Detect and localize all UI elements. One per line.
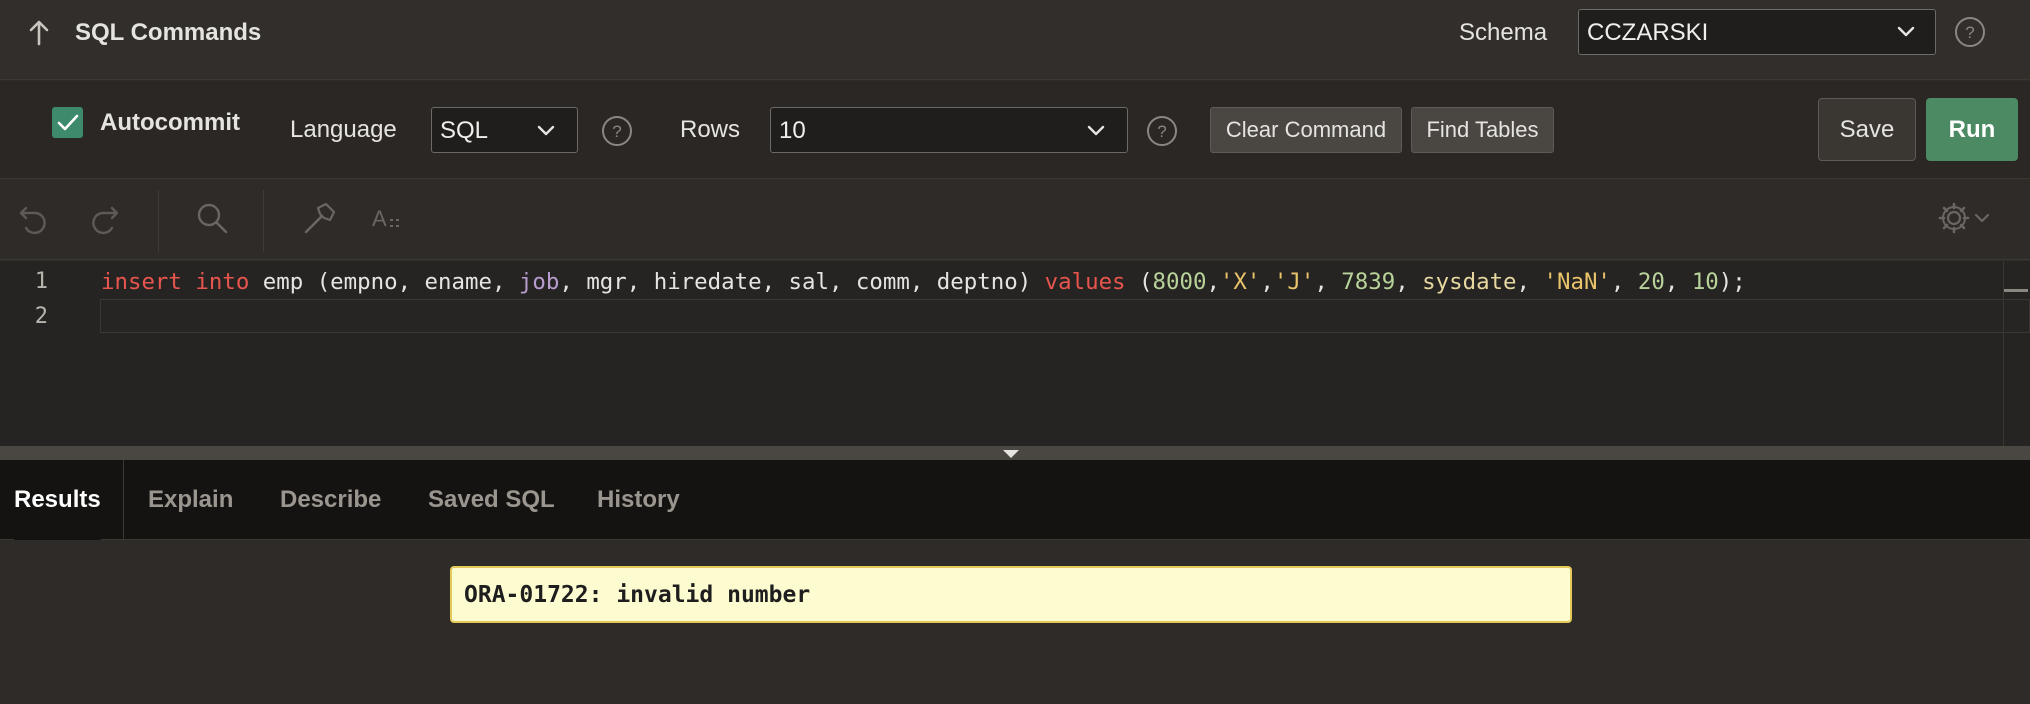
chevron-down-icon [1897,26,1915,37]
tab-saved-sql[interactable]: Saved SQL [428,460,555,540]
chevron-down-icon [537,125,555,136]
code-token: , [1395,269,1423,295]
code-token: , [1516,269,1544,295]
code-token: , [1260,269,1274,295]
toolbar-divider [158,190,159,252]
clear-command-button[interactable]: Clear Command [1210,107,1402,153]
code-token: 7839 [1341,269,1396,295]
run-button[interactable]: Run [1926,98,2018,161]
tab-results[interactable]: Results [14,460,101,540]
help-icon[interactable]: ? [601,115,633,147]
results-panel: ORA-01722: invalid number [0,541,2030,704]
code-token: 'NaN' [1543,269,1611,295]
command-toolbar: Autocommit Language SQL ? Rows 10 ? Clea… [0,81,2030,179]
svg-text:A: A [372,206,387,231]
code-token: 8000 [1152,269,1207,295]
rows-value: 10 [779,117,806,144]
panel-splitter[interactable] [0,446,2030,460]
code-token: emp (empno, ename, [249,269,519,295]
code-token: values [1044,269,1126,295]
code-token: 'J' [1273,269,1315,295]
help-icon[interactable]: ? [1954,16,1986,48]
svg-text:?: ? [1965,23,1974,42]
code-token: ); [1718,269,1746,295]
checkmark-icon [57,114,79,131]
code-token: 20 [1637,269,1665,295]
editor-toolbar: A [0,180,2030,260]
line-number: 1 [34,269,48,294]
code-editor[interactable]: 1 2 insert into emp (empno, ename, job, … [0,261,2030,446]
undo-icon[interactable] [14,198,54,238]
search-icon[interactable] [192,198,232,238]
help-icon[interactable]: ? [1146,115,1178,147]
tab-history[interactable]: History [597,460,680,540]
code-token: insert [101,269,182,295]
autocommit-label[interactable]: Autocommit [100,108,240,138]
svg-text:?: ? [612,122,621,141]
schema-value: CCZARSKI [1587,19,1709,46]
svg-text:?: ? [1157,122,1166,141]
results-tabs: Results Explain Describe Saved SQL Histo… [0,460,2030,540]
line-number: 2 [34,304,48,329]
editor-scrollbar-thumb[interactable] [2004,289,2028,292]
language-label: Language [290,116,397,143]
tab-divider [123,460,124,540]
language-value: SQL [440,117,489,144]
autocommit-checkbox[interactable] [52,107,83,138]
code-token: ( [1125,269,1153,295]
code-token: into [195,269,250,295]
code-token: job [518,269,560,295]
code-token: 'X' [1219,269,1261,295]
rows-label: Rows [680,116,741,143]
code-token: sysdate [1422,269,1517,295]
code-token: , [1314,269,1342,295]
line-number-gutter: 1 2 [0,261,90,446]
tab-describe[interactable]: Describe [280,460,381,540]
error-message: ORA-01722: invalid number [464,582,811,608]
rows-select[interactable]: 10 [770,107,1128,153]
chevron-down-icon [1087,125,1105,136]
code-token: , [1664,269,1692,295]
error-message-box: ORA-01722: invalid number [450,566,1572,623]
code-token: , [1610,269,1638,295]
save-button[interactable]: Save [1818,98,1916,161]
schema-label: Schema [1459,19,1548,46]
code-line[interactable]: insert into emp (empno, ename, job, mgr,… [101,265,1746,299]
code-token: , [1206,269,1220,295]
tab-explain[interactable]: Explain [148,460,233,540]
arrow-up-icon[interactable] [26,18,52,48]
gear-icon[interactable] [1936,198,1996,238]
schema-select[interactable]: CCZARSKI [1578,9,1936,55]
page-title: SQL Commands [75,19,262,46]
redo-icon[interactable] [84,198,124,238]
active-line-highlight [100,299,2030,333]
title-bar: SQL Commands Schema CCZARSKI ? [0,0,2030,80]
collapse-triangle-icon[interactable] [1003,450,1019,458]
toolbar-divider [263,190,264,252]
hammer-icon[interactable] [298,198,338,238]
language-select[interactable]: SQL [431,107,578,153]
code-token: , mgr, hiredate, sal, comm, deptno) [559,269,1045,295]
find-tables-button[interactable]: Find Tables [1411,107,1554,153]
code-token: 10 [1691,269,1719,295]
text-format-icon[interactable]: A [370,198,410,238]
